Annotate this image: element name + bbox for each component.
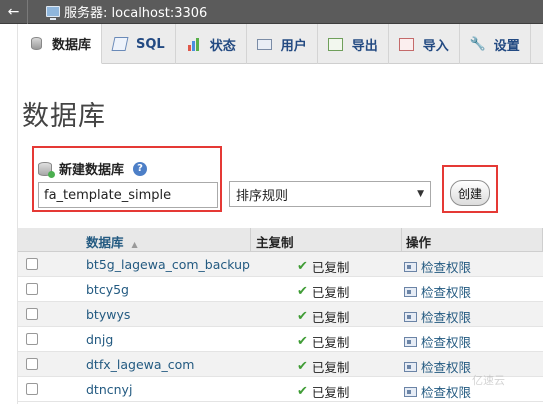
- check-privileges-link[interactable]: 检查权限: [404, 307, 471, 326]
- tab-label: 数据库: [52, 38, 92, 53]
- check-privileges-link[interactable]: 检查权限: [404, 332, 471, 351]
- chevron-down-icon: ▼: [417, 189, 424, 199]
- column-header-replication: 主复制: [256, 235, 294, 250]
- table-row: dtncnyj ✔ 已复制 检查权限: [18, 377, 543, 402]
- server-label: 服务器: localhost:3306: [64, 6, 208, 21]
- replication-status: ✔ 已复制: [297, 334, 350, 350]
- check-privileges-link[interactable]: 检查权限: [404, 357, 471, 376]
- checkmark-icon: ✔: [297, 334, 308, 349]
- checkmark-icon: ✔: [297, 284, 308, 299]
- collation-value: 排序规则: [236, 188, 289, 204]
- privileges-icon: [404, 286, 417, 297]
- database-link[interactable]: dnjg: [86, 332, 113, 347]
- sql-icon: [111, 36, 129, 52]
- table-header: 数据库 ▲ 主复制 操作: [18, 228, 543, 252]
- status-icon: [186, 36, 202, 52]
- row-checkbox[interactable]: [26, 258, 38, 270]
- checkmark-icon: ✔: [297, 359, 308, 374]
- privileges-icon: [404, 311, 417, 322]
- database-link[interactable]: btcy5g: [86, 282, 129, 297]
- wrench-icon: 🔧: [469, 36, 486, 52]
- row-checkbox[interactable]: [26, 333, 38, 345]
- database-link[interactable]: bt5g_lagewa_com_backup: [86, 257, 250, 272]
- tab-import[interactable]: 导入: [389, 24, 460, 64]
- tab-settings[interactable]: 🔧 设置: [460, 24, 531, 64]
- column-header-action: 操作: [406, 235, 432, 250]
- database-name-input[interactable]: [38, 182, 218, 208]
- server-icon: [46, 6, 60, 20]
- privileges-icon: [404, 336, 417, 347]
- export-icon: [328, 36, 344, 52]
- watermark: 亿速云: [472, 374, 505, 387]
- sort-arrow-icon: ▲: [131, 240, 138, 249]
- table-row: btcy5g ✔ 已复制 检查权限: [18, 277, 543, 302]
- tab-label: 导出: [351, 38, 378, 54]
- replication-status: ✔ 已复制: [297, 359, 350, 375]
- privileges-icon: [404, 386, 417, 397]
- table-row: dnjg ✔ 已复制 检查权限: [18, 327, 543, 352]
- tab-sql[interactable]: SQL: [102, 24, 176, 64]
- tab-label: 状态: [209, 38, 236, 54]
- left-strip: [0, 24, 18, 404]
- tab-label: 导入: [422, 38, 449, 54]
- row-checkbox[interactable]: [26, 383, 38, 395]
- check-privileges-link[interactable]: 检查权限: [404, 257, 471, 276]
- checkmark-icon: ✔: [297, 309, 308, 324]
- replication-status: ✔ 已复制: [297, 284, 350, 300]
- tab-label: 用户: [280, 38, 307, 54]
- help-icon[interactable]: ?: [133, 161, 148, 176]
- check-privileges-link[interactable]: 检查权限: [404, 282, 471, 301]
- database-link[interactable]: dtncnyj: [86, 382, 132, 397]
- create-database-heading: 新建数据库 ?: [38, 159, 148, 178]
- table-row: btywys ✔ 已复制 检查权限: [18, 302, 543, 327]
- row-checkbox[interactable]: [26, 308, 38, 320]
- database-icon: [28, 36, 44, 52]
- tab-users[interactable]: 用户: [247, 24, 318, 64]
- users-icon: [257, 36, 273, 52]
- database-link[interactable]: dtfx_lagewa_com: [86, 357, 194, 372]
- table-row: dtfx_lagewa_com ✔ 已复制 检查权限: [18, 352, 543, 377]
- replication-status: ✔ 已复制: [297, 259, 350, 275]
- page-title: 数据库: [22, 101, 106, 132]
- tab-databases[interactable]: 数据库: [18, 24, 103, 64]
- privileges-icon: [404, 361, 417, 372]
- replication-status: ✔ 已复制: [297, 309, 350, 325]
- tab-label: SQL: [136, 36, 165, 52]
- privileges-icon: [404, 261, 417, 272]
- tab-status[interactable]: 状态: [176, 24, 247, 64]
- row-checkbox[interactable]: [26, 283, 38, 295]
- import-icon: [399, 36, 415, 52]
- database-link[interactable]: btywys: [86, 307, 130, 322]
- row-checkbox[interactable]: [26, 358, 38, 370]
- database-table: 数据库 ▲ 主复制 操作 bt5g_lagewa_com_backup ✔ 已复制 …: [18, 228, 543, 402]
- column-header-database[interactable]: 数据库 ▲: [86, 232, 138, 251]
- create-database-label: 新建数据库: [59, 163, 125, 178]
- back-arrow-button[interactable]: ←: [0, 0, 28, 24]
- checkmark-icon: ✔: [297, 384, 308, 399]
- server-bar: ← 服务器: localhost:3306: [0, 0, 543, 24]
- create-button[interactable]: 创建: [450, 180, 490, 206]
- tab-export[interactable]: 导出: [318, 24, 389, 64]
- collation-select[interactable]: 排序规则 ▼: [229, 181, 431, 207]
- checkmark-icon: ✔: [297, 259, 308, 274]
- server-breadcrumb[interactable]: 服务器: localhost:3306: [46, 2, 207, 21]
- check-privileges-link[interactable]: 检查权限: [404, 382, 471, 401]
- main-tabs: 数据库 SQL 状态 用户 导出 导入 🔧 设置: [18, 24, 543, 64]
- tab-label: 设置: [493, 38, 520, 54]
- replication-status: ✔ 已复制: [297, 384, 350, 400]
- table-row: bt5g_lagewa_com_backup ✔ 已复制 检查权限: [18, 252, 543, 277]
- new-database-icon: [38, 161, 55, 178]
